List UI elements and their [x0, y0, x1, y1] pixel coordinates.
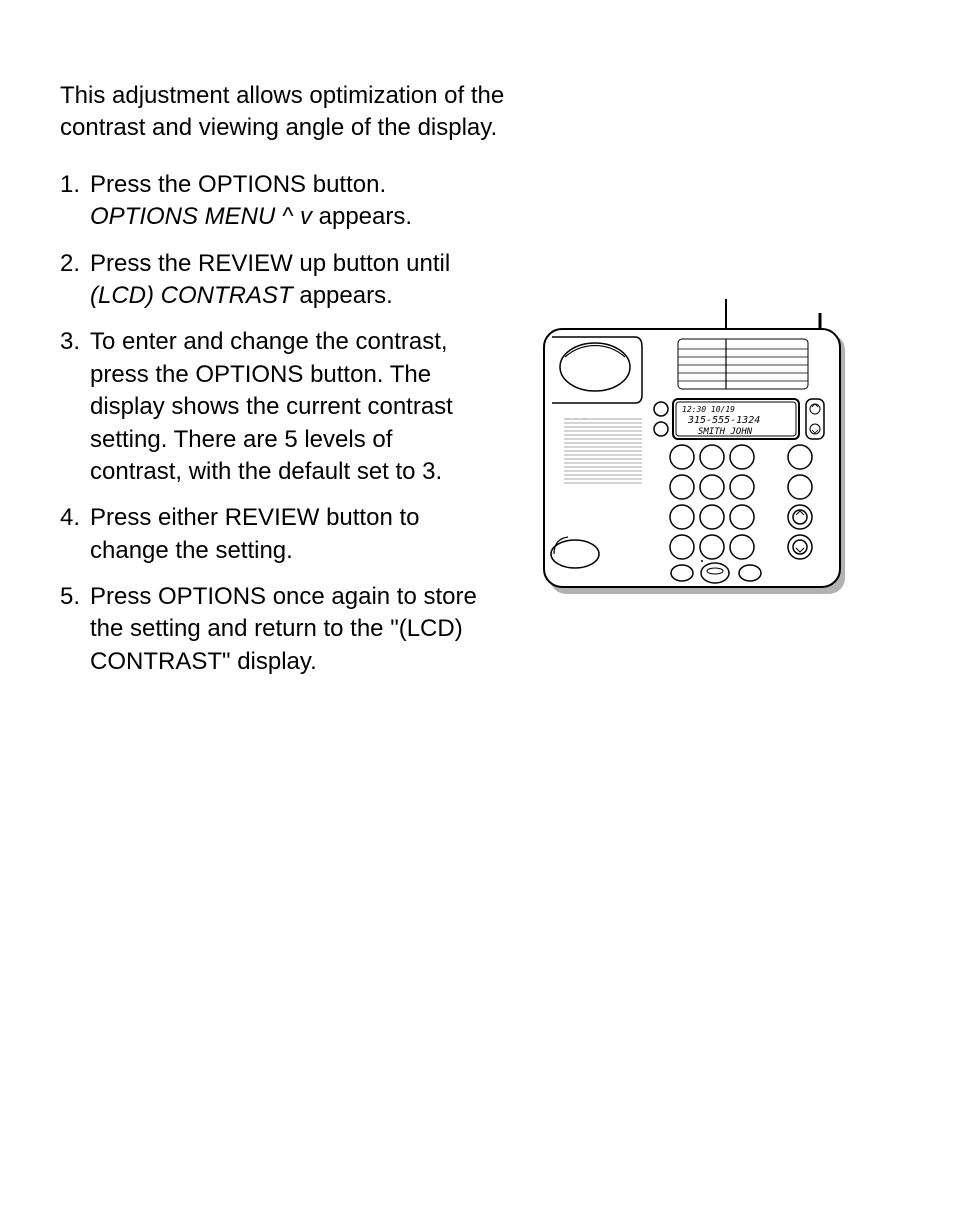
step-item: 3.To enter and change the contrast, pres… [60, 326, 490, 488]
content-wrapper: 1.Press the OPTIONS button. OPTIONS MENU… [60, 169, 894, 692]
lcd-line2: 315-555-1324 [687, 415, 760, 426]
step-item: 2.Press the REVIEW up button until (LCD)… [60, 248, 490, 313]
step-text: Press OPTIONS once again to store the se… [90, 581, 490, 678]
step-number: 4. [60, 502, 90, 567]
step-number: 3. [60, 326, 90, 488]
step-text: Press the OPTIONS button. OPTIONS MENU ^… [90, 169, 490, 234]
step-item: 1.Press the OPTIONS button. OPTIONS MENU… [60, 169, 490, 234]
step-number: 1. [60, 169, 90, 234]
lcd-line1: 12:30 10/19 [682, 405, 735, 414]
steps-list: 1.Press the OPTIONS button. OPTIONS MENU… [60, 169, 490, 692]
step-text: Press either REVIEW button to change the… [90, 502, 490, 567]
intro-text: This adjustment allows optimization of t… [60, 80, 560, 145]
step-number: 2. [60, 248, 90, 313]
phone-illustration: 12:30 10/19 315-555-1324 SMITH JOHN [510, 299, 850, 692]
step-item: 4.Press either REVIEW button to change t… [60, 502, 490, 567]
step-text: To enter and change the contrast, press … [90, 326, 490, 488]
step-number: 5. [60, 581, 90, 678]
step-item: 5.Press OPTIONS once again to store the … [60, 581, 490, 678]
step-text: Press the REVIEW up button until (LCD) C… [90, 248, 490, 313]
lcd-line3: SMITH JOHN [698, 427, 753, 437]
